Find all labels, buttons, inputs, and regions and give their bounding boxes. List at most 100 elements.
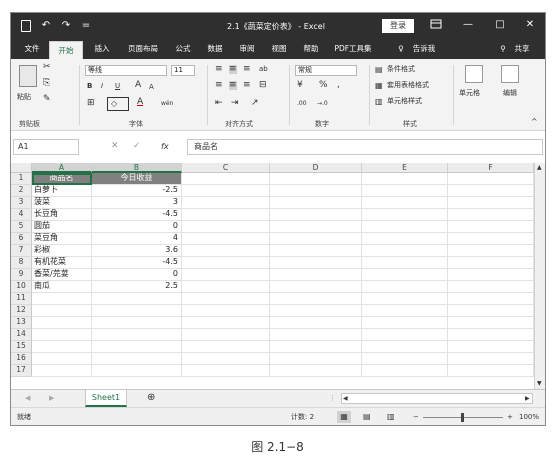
cell[interactable] — [182, 305, 270, 317]
paste-label[interactable]: 粘贴 — [17, 93, 31, 102]
align-right-icon[interactable]: ≡ — [243, 81, 251, 90]
tab-page-layout[interactable]: 页面布局 — [121, 39, 165, 59]
row-header[interactable]: 4 — [11, 209, 32, 221]
cell[interactable] — [362, 245, 448, 257]
row-header[interactable]: 11 — [11, 293, 32, 305]
cell[interactable] — [92, 293, 182, 305]
cells-icon[interactable] — [465, 65, 483, 83]
cell[interactable] — [362, 173, 448, 185]
cell[interactable] — [448, 221, 534, 233]
row-header[interactable]: 13 — [11, 317, 32, 329]
tab-review[interactable]: 审阅 — [233, 39, 261, 59]
cell[interactable] — [32, 365, 92, 377]
cell[interactable] — [362, 341, 448, 353]
cells-button[interactable]: 单元格 — [459, 89, 480, 98]
revenue-cell[interactable]: -4.5 — [92, 209, 182, 221]
align-center-icon[interactable]: ≡ — [229, 81, 237, 90]
row-header[interactable]: 3 — [11, 197, 32, 209]
cell[interactable] — [182, 281, 270, 293]
cell[interactable] — [270, 269, 362, 281]
revenue-cell[interactable]: 0 — [92, 269, 182, 281]
cell[interactable] — [182, 257, 270, 269]
increase-decimal-button[interactable]: .00 — [297, 99, 307, 108]
product-name-cell[interactable]: 菠菜 — [32, 197, 92, 209]
cell[interactable] — [270, 341, 362, 353]
product-name-cell[interactable]: 圆茄 — [32, 221, 92, 233]
bold-button[interactable]: B — [87, 82, 92, 91]
italic-button[interactable]: I — [101, 82, 103, 91]
close-button[interactable]: ✕ — [523, 19, 537, 31]
cell[interactable] — [182, 233, 270, 245]
column-header[interactable]: D — [270, 163, 362, 173]
product-name-cell[interactable]: 长豆角 — [32, 209, 92, 221]
column-header[interactable]: A — [32, 163, 92, 173]
phonetic-button[interactable]: wén — [161, 99, 173, 108]
cell[interactable] — [182, 317, 270, 329]
collapse-ribbon-icon[interactable]: ^ — [531, 117, 538, 126]
tab-help[interactable]: 帮助 — [297, 39, 325, 59]
cell[interactable] — [362, 305, 448, 317]
row-header[interactable]: 14 — [11, 329, 32, 341]
revenue-cell[interactable]: 2.5 — [92, 281, 182, 293]
format-as-table-button[interactable]: 套用表格格式 — [387, 81, 429, 90]
tab-insert[interactable]: 插入 — [87, 39, 117, 59]
share-button[interactable]: 共享 — [509, 39, 535, 59]
cell[interactable] — [92, 329, 182, 341]
confirm-icon[interactable]: ✓ — [133, 142, 141, 151]
cell[interactable] — [362, 233, 448, 245]
next-sheet-icon[interactable]: ▶ — [49, 394, 54, 403]
vertical-scrollbar[interactable]: ▲ ▼ — [534, 163, 545, 389]
cell[interactable] — [270, 233, 362, 245]
name-box[interactable]: A1 — [13, 139, 79, 155]
comma-button[interactable]: , — [337, 81, 340, 90]
cell[interactable] — [182, 341, 270, 353]
row-header[interactable]: 15 — [11, 341, 32, 353]
cell[interactable] — [448, 353, 534, 365]
cell[interactable] — [448, 173, 534, 185]
product-name-cell[interactable]: 白萝卜 — [32, 185, 92, 197]
conditional-format-button[interactable]: 条件格式 — [387, 65, 415, 74]
formula-input[interactable]: 商品名 — [187, 139, 543, 155]
page-layout-view-icon[interactable]: ▤ — [363, 408, 371, 425]
cell[interactable] — [92, 365, 182, 377]
wrap-text-icon[interactable]: ab — [259, 65, 268, 74]
align-top-icon[interactable]: ≡ — [215, 65, 223, 74]
cell[interactable] — [448, 245, 534, 257]
font-size-select[interactable]: 11 — [171, 65, 195, 76]
select-all-corner[interactable] — [11, 163, 32, 173]
row-header[interactable]: 10 — [11, 281, 32, 293]
prev-sheet-icon[interactable]: ◀ — [25, 394, 30, 403]
cell[interactable] — [182, 173, 270, 185]
cell[interactable] — [270, 293, 362, 305]
cell[interactable] — [448, 281, 534, 293]
login-button[interactable]: 登录 — [382, 19, 414, 33]
cell[interactable] — [362, 353, 448, 365]
font-color-button[interactable]: A — [137, 98, 143, 107]
add-sheet-button[interactable]: ⊕ — [147, 393, 155, 403]
cell[interactable] — [270, 329, 362, 341]
increase-indent-icon[interactable]: ⇥ — [231, 99, 239, 108]
number-format-select[interactable]: 常规 — [295, 65, 357, 76]
grow-font-button[interactable]: A — [135, 81, 141, 90]
cell[interactable] — [182, 269, 270, 281]
worksheet-grid[interactable]: A B C D E F 1 商品名 今日收益 2 白萝卜 -2.5 3 菠菜 3 4 长豆角 -4.5… — [11, 163, 545, 389]
tab-split-handle[interactable]: ⋮ — [329, 394, 336, 403]
cell[interactable] — [270, 245, 362, 257]
cell[interactable] — [448, 269, 534, 281]
insert-function-icon[interactable]: fx — [161, 142, 169, 151]
search-icon[interactable] — [501, 65, 519, 83]
zoom-level[interactable]: 100% — [519, 408, 539, 425]
cell[interactable] — [182, 329, 270, 341]
sheet-tab-sheet1[interactable]: Sheet1 — [85, 390, 127, 407]
table-header-cell[interactable]: 今日收益 — [92, 173, 182, 185]
column-header[interactable]: B — [92, 163, 182, 173]
cell[interactable] — [270, 353, 362, 365]
tab-formulas[interactable]: 公式 — [169, 39, 197, 59]
revenue-cell[interactable]: -4.5 — [92, 257, 182, 269]
row-header[interactable]: 6 — [11, 233, 32, 245]
product-name-cell[interactable]: 香菜/芫荽 — [32, 269, 92, 281]
cell[interactable] — [448, 293, 534, 305]
cell[interactable] — [270, 305, 362, 317]
row-header[interactable]: 17 — [11, 365, 32, 377]
column-header[interactable]: F — [448, 163, 534, 173]
